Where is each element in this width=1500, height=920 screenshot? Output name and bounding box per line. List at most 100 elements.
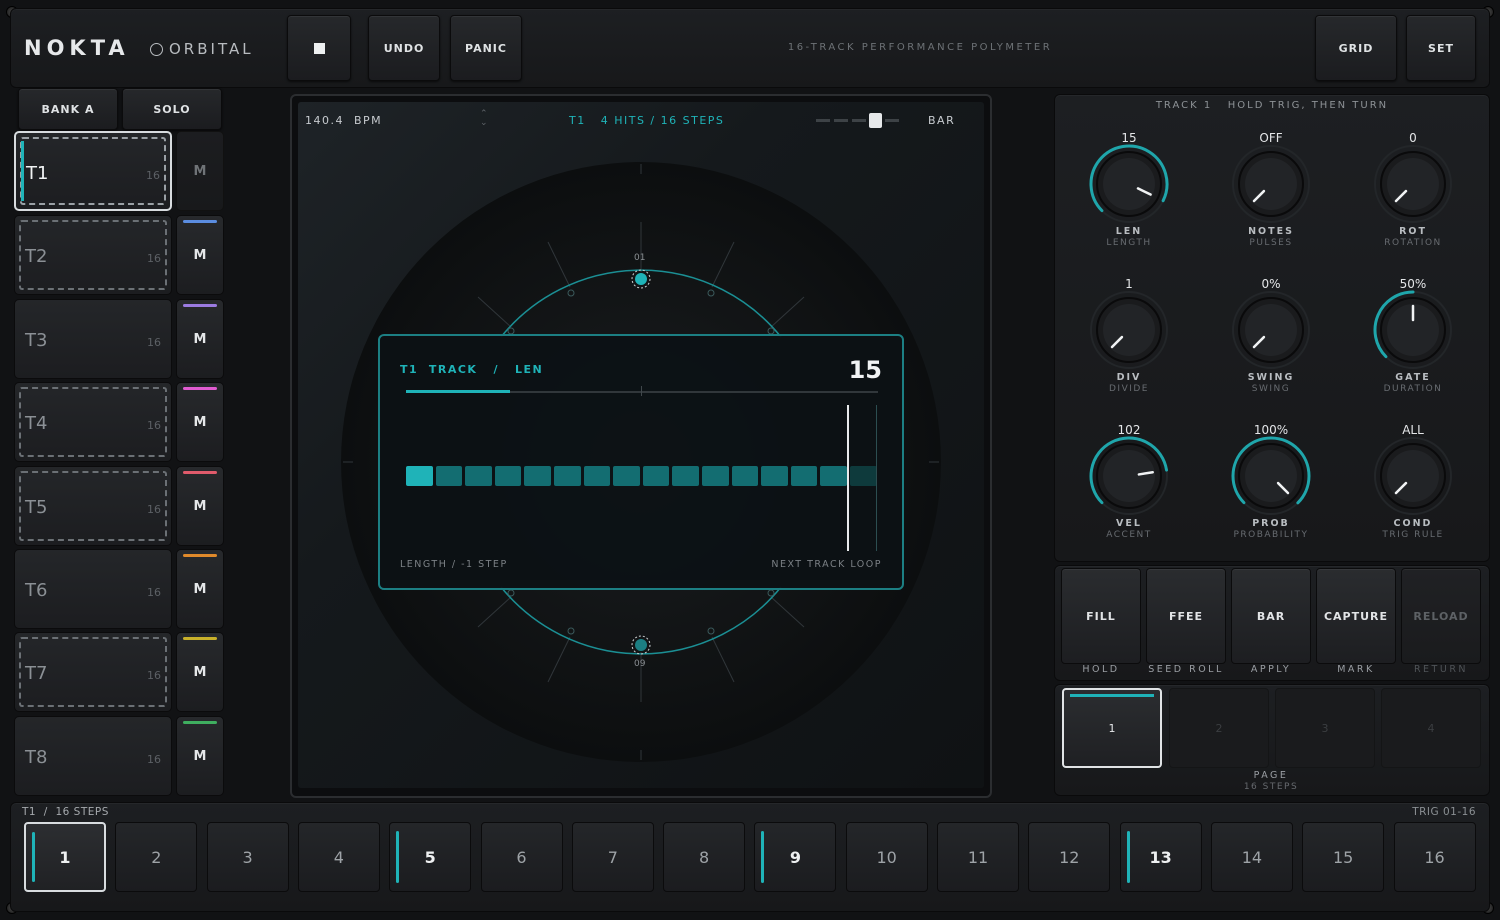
step-hit-marker <box>761 831 765 883</box>
app-subtitle: 16-TRACK PERFORMANCE POLYMETER <box>787 42 1053 53</box>
slider-handle[interactable] <box>869 113 882 128</box>
bpm-unit: BPM <box>354 114 383 127</box>
stop-button[interactable] <box>287 15 351 81</box>
mute-button-7[interactable]: M <box>176 632 224 712</box>
track-name: T4 <box>25 413 48 434</box>
popup-step-cell <box>702 466 729 486</box>
knob-cap <box>1245 158 1297 210</box>
fx-button-bar[interactable]: BAR <box>1231 568 1311 664</box>
track-slot-8[interactable]: T8 16 <box>14 716 172 796</box>
knob-value: 102 <box>1117 423 1141 437</box>
fx-button-capture[interactable]: CAPTURE <box>1316 568 1396 664</box>
knob[interactable] <box>1231 436 1311 516</box>
mute-label: M <box>193 331 207 347</box>
orbital-display[interactable]: 140.4 BPM ⌃ ⌄ T1 4 HITS / 16 STEPS BAR 01… <box>298 102 984 788</box>
step-number: 13 <box>1149 847 1172 867</box>
bpm-readout[interactable]: 140.4 BPM <box>305 114 382 127</box>
fx-sublabel: HOLD <box>1082 664 1120 675</box>
step-button-1[interactable]: 1 <box>24 822 106 892</box>
step-number: 16 <box>1424 847 1445 867</box>
mute-button-6[interactable]: M <box>176 549 224 629</box>
page-button-3[interactable]: 3 <box>1275 688 1375 768</box>
knob[interactable] <box>1089 290 1169 370</box>
track-slot-1[interactable]: T1 16 <box>14 131 172 211</box>
step-number: 5 <box>424 847 436 867</box>
mute-button-8[interactable]: M <box>176 716 224 796</box>
popup-step-cell <box>761 466 788 486</box>
knob-cap <box>1103 158 1155 210</box>
solo-button[interactable]: SOLO <box>122 88 222 130</box>
track-slot-2[interactable]: T2 16 <box>14 215 172 295</box>
knob-value: 0% <box>1261 277 1281 291</box>
popup-step-cell <box>406 466 433 486</box>
mute-button-5[interactable]: M <box>176 466 224 546</box>
track-name: T8 <box>25 747 48 768</box>
slider-segment <box>834 119 848 122</box>
bank-button[interactable]: BANK A <box>18 88 118 130</box>
mute-button-2[interactable]: M <box>176 215 224 295</box>
popup-slash: / <box>493 363 499 376</box>
step-button-8[interactable]: 8 <box>663 822 746 892</box>
knob-label: NOTES <box>1248 226 1294 237</box>
knob-value: 0 <box>1409 131 1417 145</box>
mute-button-1[interactable]: M <box>176 131 224 211</box>
fx-button-reload[interactable]: RELOAD <box>1401 568 1481 664</box>
fx-button-ffee[interactable]: FFEE <box>1146 568 1226 664</box>
track-steps: 16 <box>147 336 161 349</box>
knob-sublabel: PULSES <box>1249 238 1293 248</box>
knob[interactable] <box>1089 436 1169 516</box>
mute-label: M <box>193 581 207 597</box>
page-button-2[interactable]: 2 <box>1169 688 1269 768</box>
set-button[interactable]: SET <box>1406 15 1476 81</box>
step-button-4[interactable]: 4 <box>297 822 380 892</box>
step-button-3[interactable]: 3 <box>206 822 289 892</box>
bar-slider[interactable] <box>814 113 902 128</box>
fx-sublabel: APPLY <box>1250 664 1292 675</box>
knob[interactable] <box>1231 290 1311 370</box>
track-name: T2 <box>25 246 48 267</box>
knob-value: OFF <box>1259 131 1283 145</box>
track-slot-4[interactable]: T4 16 <box>14 382 172 462</box>
track-steps: 16 <box>147 419 161 432</box>
step-button-7[interactable]: 7 <box>571 822 654 892</box>
track-slot-3[interactable]: T3 16 <box>14 299 172 379</box>
popup-step-cell <box>731 466 759 486</box>
knob[interactable] <box>1231 144 1311 224</box>
grid-button[interactable]: GRID <box>1315 15 1397 81</box>
knob[interactable] <box>1089 144 1169 224</box>
knob[interactable] <box>1373 144 1453 224</box>
step-button-15[interactable]: 15 <box>1302 822 1385 892</box>
mute-button-3[interactable]: M <box>176 299 224 379</box>
undo-button[interactable]: UNDO <box>368 15 440 81</box>
step-button-2[interactable]: 2 <box>115 822 198 892</box>
step-button-12[interactable]: 12 <box>1028 822 1111 892</box>
step-button-10[interactable]: 10 <box>845 822 928 892</box>
knob[interactable] <box>1373 436 1453 516</box>
page-button-4[interactable]: 4 <box>1381 688 1481 768</box>
bpm-stepper-icon[interactable]: ⌃ ⌄ <box>480 110 488 128</box>
popup-step-cell <box>524 466 551 486</box>
step-button-16[interactable]: 16 <box>1393 822 1476 892</box>
track-color-line <box>183 721 217 724</box>
step-button-11[interactable]: 11 <box>937 822 1019 892</box>
step-number: 14 <box>1241 847 1263 867</box>
module-name: ORBITAL <box>150 40 254 58</box>
step-button-14[interactable]: 14 <box>1210 822 1293 892</box>
track-slot-7[interactable]: T7 16 <box>14 632 172 712</box>
step-button-9[interactable]: 9 <box>754 822 837 892</box>
knob-cap <box>1103 450 1155 502</box>
step-button-5[interactable]: 5 <box>389 822 472 892</box>
panic-button[interactable]: PANIC <box>450 15 522 81</box>
knob[interactable] <box>1373 290 1453 370</box>
track-slot-6[interactable]: T6 16 <box>14 549 172 629</box>
step-button-13[interactable]: 13 <box>1119 822 1202 892</box>
track-name: T6 <box>25 580 48 601</box>
page-button-1[interactable]: 1 <box>1062 688 1162 768</box>
step-button-6[interactable]: 6 <box>480 822 563 892</box>
fx-button-fill[interactable]: FILL <box>1061 568 1141 664</box>
knob-label: SWING <box>1247 372 1295 383</box>
mute-button-4[interactable]: M <box>176 382 224 462</box>
track-slot-5[interactable]: T5 16 <box>14 466 172 546</box>
popup-hint-right: NEXT TRACK LOOP <box>771 559 882 570</box>
knob-sublabel: DURATION <box>1383 384 1443 394</box>
